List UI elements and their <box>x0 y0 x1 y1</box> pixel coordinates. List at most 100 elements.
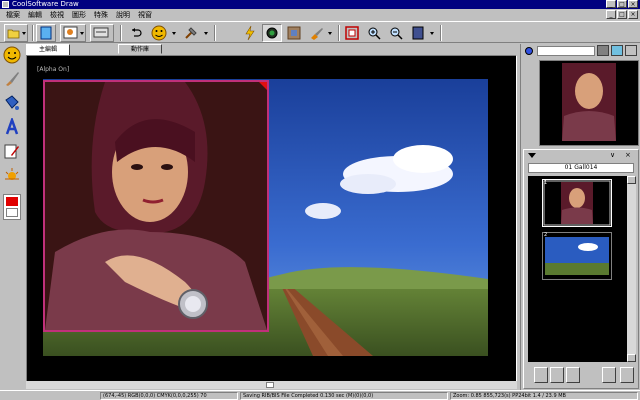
undo-button[interactable] <box>126 24 146 42</box>
tools-button[interactable] <box>180 24 210 42</box>
brush-tool[interactable] <box>3 70 21 88</box>
bucket-icon <box>5 95 19 110</box>
navigator-zoom-field[interactable] <box>537 46 595 56</box>
monitor-icon <box>93 27 109 38</box>
new-image-icon <box>40 26 52 40</box>
scroll-down-button[interactable] <box>627 354 636 362</box>
gallery-add-button[interactable] <box>550 367 564 383</box>
document-tabs: 主編輯 動作庫 <box>26 44 520 55</box>
folder-icon <box>7 29 20 39</box>
page-button[interactable] <box>408 24 436 42</box>
window-title: CoolSoftware Draw <box>12 0 79 8</box>
scroll-thumb[interactable] <box>266 382 274 388</box>
zoom-in-icon <box>368 27 381 40</box>
thumbnail-number: 1 <box>544 180 548 186</box>
sun-icon <box>5 168 19 180</box>
selection-corner-marker <box>259 82 267 90</box>
menu-special[interactable]: 特殊 <box>90 9 112 21</box>
title-bar: CoolSoftware Draw _ □ × <box>0 0 640 9</box>
frame-button[interactable] <box>284 24 304 42</box>
smiley-icon <box>151 25 167 41</box>
color-swatch[interactable] <box>3 194 21 220</box>
smiley-tool[interactable] <box>3 46 21 64</box>
doc-restore-button[interactable]: □ <box>617 10 627 19</box>
menu-image[interactable]: 圖形 <box>68 9 90 21</box>
foreground-color[interactable] <box>6 197 18 206</box>
gallery-scrollbar[interactable] <box>627 176 636 362</box>
left-toolbox <box>0 44 24 390</box>
menu-help[interactable]: 說明 <box>112 9 134 21</box>
doc-close-button[interactable]: × <box>628 10 638 19</box>
close-button[interactable]: × <box>628 0 638 8</box>
gallery-import-button[interactable] <box>602 367 616 383</box>
edit-tool[interactable] <box>3 142 21 160</box>
collapse-arrow-icon[interactable] <box>528 153 536 158</box>
gallery-panel: ∨ × 01 Gall014 1 2 <box>523 149 639 389</box>
status-message: Saving RIB/BIS File Completed 0.130 sec … <box>240 392 448 400</box>
right-panel: ∨ × 01 Gall014 1 2 <box>520 44 640 390</box>
notepad-pencil-icon <box>4 144 19 159</box>
status-coordinates: (674,-45) RGB(0,0,0) CMYK(0,0,0,255) 70 <box>100 392 238 400</box>
background-color[interactable] <box>6 208 18 217</box>
new-image-button[interactable] <box>36 24 56 42</box>
image-mode-button[interactable] <box>60 24 86 42</box>
gallery-close-button[interactable]: × <box>625 151 631 159</box>
text-a-icon <box>5 116 19 135</box>
text-tool[interactable] <box>3 116 21 136</box>
scroll-up-button[interactable] <box>627 176 636 184</box>
tab-action-library[interactable]: 動作庫 <box>118 44 162 54</box>
navigator-icon[interactable] <box>525 47 533 55</box>
brush-tools-button[interactable] <box>306 24 334 42</box>
menu-edit[interactable]: 編輯 <box>24 9 46 21</box>
menu-bar: 檔案 編輯 檢視 圖形 特殊 說明 視窗 _ □ × <box>0 9 640 21</box>
fit-button[interactable] <box>342 24 362 42</box>
document-canvas[interactable]: [Alpha On] <box>26 55 517 382</box>
status-bar: (674,-45) RGB(0,0,0) CMYK(0,0,0,255) 70 … <box>0 390 640 400</box>
gallery-thumbnail-2[interactable]: 2 <box>542 232 612 280</box>
zoom-in-button[interactable] <box>364 24 384 42</box>
horizontal-scrollbar[interactable] <box>26 381 517 389</box>
zoom-out-button[interactable] <box>386 24 406 42</box>
gallery-new-button[interactable] <box>534 367 548 383</box>
smiley-icon <box>3 46 21 64</box>
smiley-effects-button[interactable] <box>148 24 178 42</box>
gallery-thumbnail-1[interactable]: 1 <box>542 179 612 227</box>
minimize-button[interactable]: _ <box>606 0 616 8</box>
open-folder-button[interactable] <box>4 24 28 42</box>
tab-main-edit[interactable]: 主編輯 <box>26 44 70 55</box>
picture-icon <box>63 26 78 39</box>
hammer-icon <box>185 27 197 39</box>
lightning-icon <box>245 25 255 41</box>
page-icon <box>412 26 424 40</box>
maximize-button[interactable]: □ <box>617 0 627 8</box>
effects-tool[interactable] <box>3 166 21 184</box>
navigator-preview[interactable] <box>539 60 639 146</box>
paintbrush-icon <box>6 72 19 86</box>
zoom-preset-button[interactable] <box>597 45 609 56</box>
app-icon[interactable] <box>2 1 9 8</box>
gallery-title[interactable]: 01 Gall014 <box>528 163 634 173</box>
gallery-list[interactable]: 1 2 <box>528 176 627 362</box>
alpha-status-label: [Alpha On] <box>37 66 70 73</box>
bucket-tool[interactable] <box>3 94 21 112</box>
gallery-delete-button[interactable] <box>620 367 634 383</box>
window-controls: _ □ × <box>606 0 638 8</box>
color-mode-button[interactable] <box>262 24 282 42</box>
zoom-out-icon <box>390 27 403 40</box>
menu-file[interactable]: 檔案 <box>2 9 24 21</box>
navigator-options-button[interactable] <box>625 45 637 56</box>
menu-window[interactable]: 視窗 <box>134 9 156 21</box>
portrait-photo[interactable] <box>43 80 269 332</box>
gallery-collapse-button[interactable]: ∨ <box>610 151 615 159</box>
screen-mode-button[interactable] <box>90 24 114 42</box>
frame-icon <box>287 26 301 40</box>
gallery-save-button[interactable] <box>566 367 580 383</box>
doc-minimize-button[interactable]: _ <box>606 10 616 19</box>
menu-view[interactable]: 檢視 <box>46 9 68 21</box>
gallery-toolbar <box>528 365 636 387</box>
navigator-refresh-button[interactable] <box>611 45 623 56</box>
document-controls: _ □ × <box>606 10 638 19</box>
main-toolbar <box>0 21 640 43</box>
lightning-button[interactable] <box>240 24 260 42</box>
portrait-thumbnail <box>543 180 611 226</box>
